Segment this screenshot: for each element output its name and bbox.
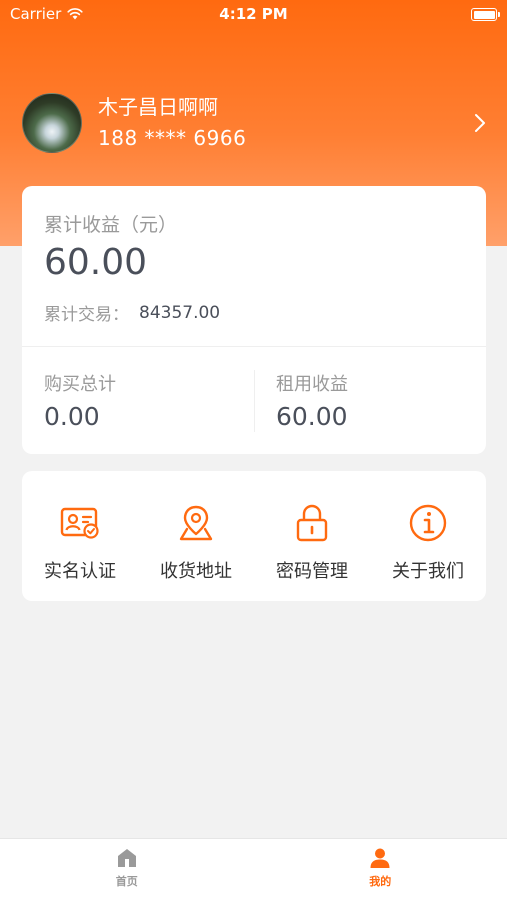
chevron-right-icon[interactable] (474, 113, 486, 133)
purchase-total-value: 0.00 (44, 402, 100, 431)
tab-label: 我的 (369, 875, 392, 888)
menu-item-label: 收货地址 (160, 561, 232, 582)
info-icon (406, 501, 450, 545)
tab-home[interactable]: 首页 (0, 839, 254, 900)
id-card-icon (58, 501, 102, 545)
rental-earnings-label: 租用收益 (276, 374, 348, 395)
profile-phone: 188 **** 6966 (98, 126, 247, 150)
earnings-card: 累计收益（元） 60.00 累计交易： 84357.00 购买总计 0.00 租… (22, 186, 486, 454)
purchase-total-stat: 购买总计 0.00 (44, 370, 116, 431)
total-earnings-value: 60.00 (44, 242, 148, 283)
menu-card: 实名认证 收货地址 密码管理 关于我们 (22, 471, 486, 601)
total-trade-row: 累计交易： 84357.00 (44, 300, 221, 326)
profile-name: 木子昌日啊啊 (98, 95, 218, 119)
tab-label: 首页 (115, 875, 138, 888)
status-time: 4:12 PM (219, 5, 288, 23)
divider (254, 370, 255, 432)
profile-header[interactable]: 木子昌日啊啊 188 **** 6966 (22, 93, 492, 153)
lock-icon (290, 501, 334, 545)
total-trade-value: 84357.00 (139, 302, 221, 323)
divider (22, 346, 486, 347)
total-earnings-label: 累计收益（元） (44, 214, 178, 236)
menu-item-identity-verification[interactable]: 实名认证 (22, 471, 138, 601)
menu-item-label: 关于我们 (392, 561, 464, 582)
battery-icon (471, 8, 500, 21)
menu-item-label: 实名认证 (44, 561, 116, 582)
tab-mine[interactable]: 我的 (254, 839, 507, 900)
menu-item-about-us[interactable]: 关于我们 (370, 471, 486, 601)
tab-bar: 首页 我的 (0, 838, 507, 900)
menu-item-password-management[interactable]: 密码管理 (254, 471, 370, 601)
location-pin-icon (174, 501, 218, 545)
rental-earnings-value: 60.00 (276, 402, 348, 431)
profile-info: 木子昌日啊啊 188 **** 6966 (98, 94, 246, 152)
menu-item-label: 密码管理 (276, 561, 348, 582)
total-trade-label: 累计交易： (44, 305, 129, 325)
status-bar: Carrier 4:12 PM (0, 0, 507, 30)
menu-item-shipping-address[interactable]: 收货地址 (138, 471, 254, 601)
purchase-total-label: 购买总计 (44, 374, 116, 395)
rental-earnings-stat: 租用收益 60.00 (276, 370, 348, 431)
profile-screen: Carrier 4:12 PM 木子昌日啊啊 188 **** 6966 累计收… (0, 0, 507, 900)
home-icon (117, 849, 136, 867)
avatar[interactable] (22, 93, 82, 153)
user-icon (370, 848, 390, 868)
